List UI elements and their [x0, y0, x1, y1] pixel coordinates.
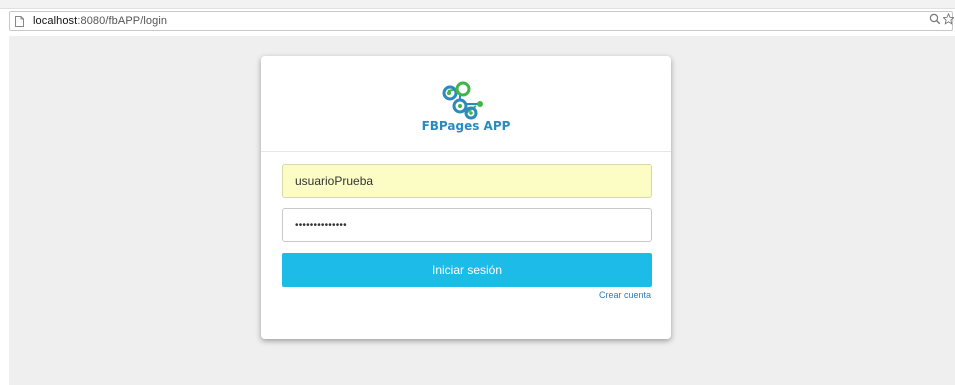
address-bar[interactable]: localhost:8080/fbAPP/login [9, 11, 955, 31]
login-button[interactable]: Iniciar sesión [282, 253, 652, 287]
page-viewport: FBPages APP usuarioPrueba ••••••••••••••… [9, 36, 955, 385]
page-icon [15, 15, 25, 27]
app-name: FBPages APP [421, 119, 511, 133]
search-icon[interactable] [929, 12, 941, 30]
login-card-header: FBPages APP [261, 56, 671, 152]
username-input[interactable]: usuarioPrueba [282, 164, 652, 198]
username-value: usuarioPrueba [295, 174, 374, 188]
password-value: •••••••••••••• [295, 219, 347, 231]
login-card: FBPages APP usuarioPrueba ••••••••••••••… [261, 56, 671, 339]
create-account-link[interactable]: Crear cuenta [599, 290, 651, 300]
bookmark-star-icon[interactable] [942, 12, 955, 30]
url-host: localhost [33, 15, 78, 27]
browser-top-strip [0, 0, 955, 9]
url-text: localhost:8080/fbAPP/login [33, 15, 167, 27]
password-input[interactable]: •••••••••••••• [282, 208, 652, 242]
app-logo-icon [442, 81, 483, 120]
address-bar-actions [929, 12, 955, 30]
url-path: :8080/fbAPP/login [77, 15, 168, 27]
